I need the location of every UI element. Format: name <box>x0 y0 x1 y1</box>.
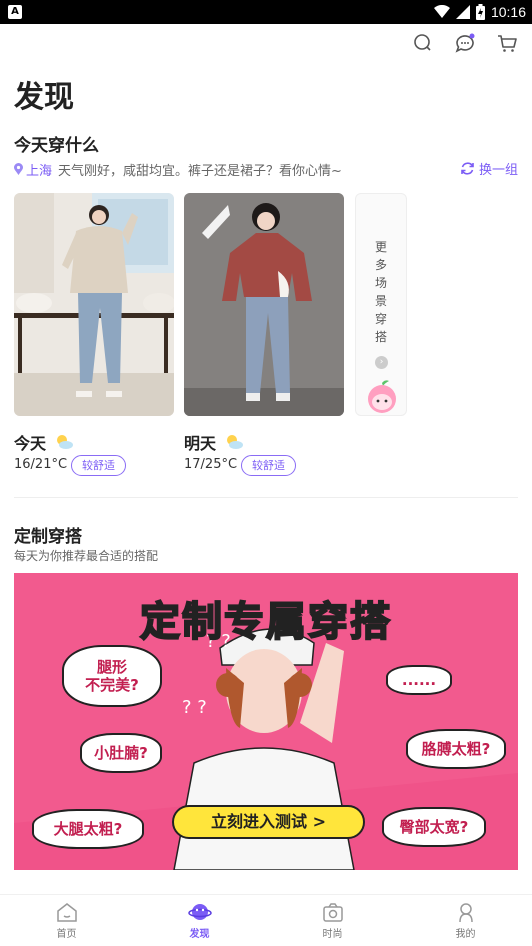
refresh-icon <box>461 162 474 175</box>
more-scenes-char: 搭 <box>374 330 387 344</box>
wifi-icon <box>433 5 450 18</box>
bubble-thigh: 大腿太粗? <box>32 809 144 849</box>
start-test-button[interactable]: 立刻进入测试 > <box>172 805 365 839</box>
day-name-today: 今天 <box>14 434 47 453</box>
location-weather-row: 上海 天气刚好，咸甜均宜。裤子还是裙子？看你心情~ 换一组 <box>14 159 518 179</box>
bubble-hip: 臀部太宽? <box>382 807 486 847</box>
partly-cloudy-icon <box>57 435 74 449</box>
discover-planet-icon <box>187 904 212 920</box>
app-notification-icon: A <box>8 5 22 19</box>
more-scenes-char: 穿 <box>374 312 387 326</box>
bubble-arm: 胳膊太粗? <box>406 729 506 769</box>
more-scenes-char: 景 <box>374 294 387 308</box>
custom-section-subtitle: 每天为你推荐最合适的搭配 <box>14 549 159 563</box>
temperature-today: 16/21°C <box>14 457 68 472</box>
more-scenes-card[interactable]: 更多场景穿搭 › <box>355 193 407 416</box>
bottom-tab-bar: 首页 发现 时尚 我的 <box>0 894 532 946</box>
cart-icon[interactable] <box>496 32 518 54</box>
tab-home[interactable]: 首页 <box>0 895 133 946</box>
partly-cloudy-icon <box>227 435 244 449</box>
more-scenes-char: 更 <box>374 240 387 254</box>
outfit-card-today[interactable] <box>14 193 174 416</box>
day-name-tomorrow: 明天 <box>184 434 217 453</box>
tab-discover-label: 发现 <box>189 929 210 940</box>
profile-icon <box>458 903 473 923</box>
mascot-peach-icon <box>368 380 396 413</box>
day-label-today: 今天 <box>14 430 74 454</box>
today-section-title: 今天穿什么 <box>14 136 99 156</box>
camera-icon <box>322 903 343 922</box>
bubble-ellipsis: ...... <box>386 665 452 695</box>
temperature-tomorrow: 17/25°C <box>184 457 238 472</box>
more-scenes-char: 多 <box>374 258 387 272</box>
more-scenes-label: 更多场景穿搭 <box>356 238 406 346</box>
day-label-tomorrow: 明天 <box>184 430 244 454</box>
weather-description: 天气刚好，咸甜均宜。裤子还是裙子？看你心情~ <box>58 163 342 179</box>
chevron-right-icon: › <box>375 356 388 369</box>
clock: 10:16 <box>490 4 526 20</box>
status-bar: A 10:16 <box>0 0 532 24</box>
bubble-leg-shape: 腿形 不完美? <box>62 645 162 707</box>
refresh-label: 换一组 <box>478 163 518 178</box>
top-actions <box>412 32 518 54</box>
tab-profile-label: 我的 <box>455 929 476 940</box>
status-icons: 10:16 <box>433 0 526 24</box>
signal-icon <box>455 5 470 19</box>
search-icon[interactable] <box>412 32 434 54</box>
tab-fashion-label: 时尚 <box>322 929 343 940</box>
outfit-photo-tomorrow <box>184 193 344 416</box>
comfort-badge-today: 较舒适 <box>71 455 126 476</box>
banner-headline: 定制专属穿搭 <box>139 598 392 646</box>
tab-discover[interactable]: 发现 <box>133 895 266 946</box>
refresh-button[interactable]: 换一组 <box>460 159 518 178</box>
custom-outfit-banner[interactable]: ? ? ? ? 定制专属穿搭 腿形 不完美? 小肚腩? 大腿太粗? 胳膊太粗? … <box>14 573 518 870</box>
home-icon <box>56 903 77 922</box>
tab-fashion[interactable]: 时尚 <box>266 895 399 946</box>
message-icon[interactable] <box>454 32 476 54</box>
page-title: 发现 <box>14 80 74 115</box>
comfort-badge-tomorrow: 较舒适 <box>241 455 296 476</box>
location-pin-icon <box>14 163 23 175</box>
bubble-belly: 小肚腩? <box>80 733 162 773</box>
city-name[interactable]: 上海 <box>26 160 52 179</box>
outfit-card-tomorrow[interactable] <box>184 193 344 416</box>
tab-home-label: 首页 <box>56 929 77 940</box>
svg-text:? ?: ? ? <box>182 697 207 718</box>
more-scenes-char: 场 <box>374 276 387 290</box>
section-divider <box>14 497 518 498</box>
battery-icon <box>475 4 485 20</box>
outfit-photo-today <box>14 193 174 416</box>
tab-profile[interactable]: 我的 <box>399 895 532 946</box>
custom-section-title: 定制穿搭 <box>14 527 82 547</box>
